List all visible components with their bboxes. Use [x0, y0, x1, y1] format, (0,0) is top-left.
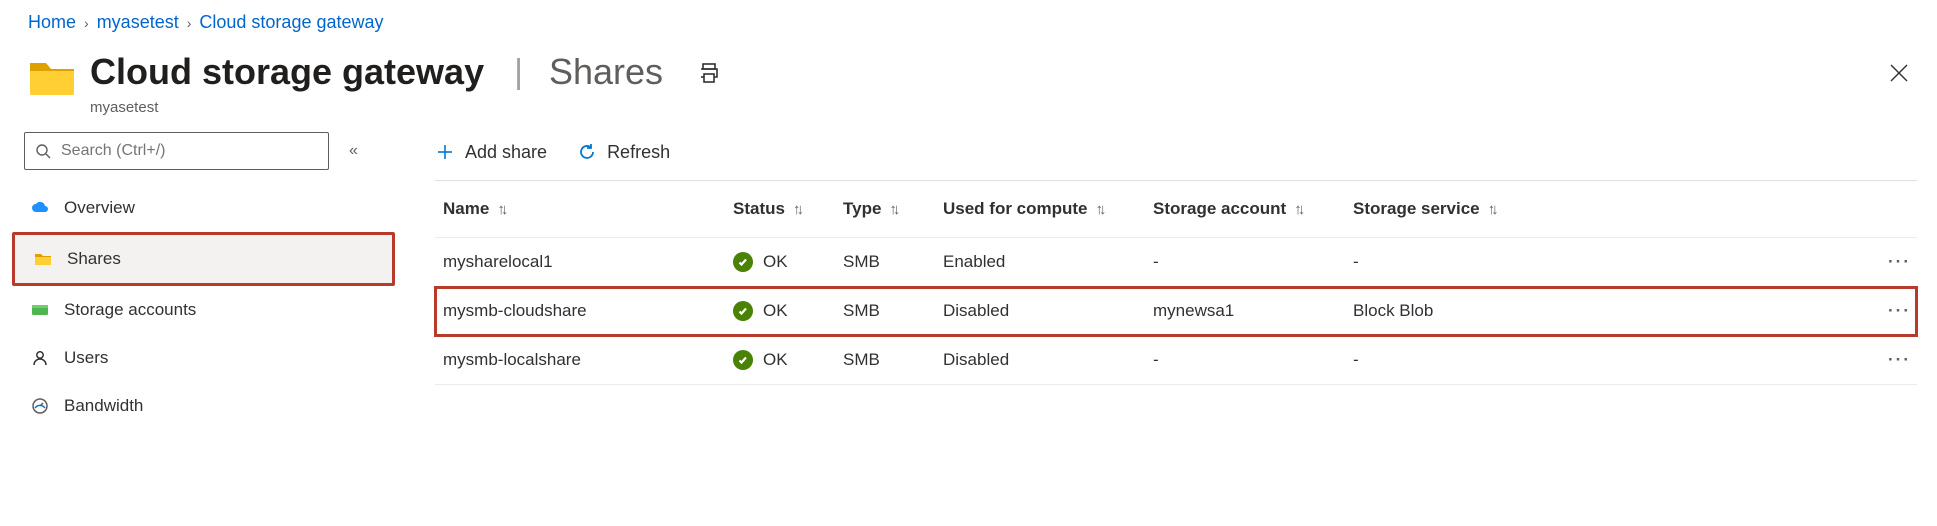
cell-service: Block Blob: [1345, 287, 1867, 336]
cell-type: SMB: [835, 238, 935, 287]
search-input[interactable]: [24, 132, 329, 170]
print-icon[interactable]: [697, 61, 721, 88]
cell-service: -: [1345, 336, 1867, 385]
cell-status: OK: [725, 336, 835, 385]
user-icon: [30, 348, 50, 368]
refresh-icon: [577, 142, 597, 162]
refresh-label: Refresh: [607, 142, 670, 163]
sort-icon: ↑↓: [1294, 201, 1301, 218]
ok-icon: [733, 350, 753, 370]
sort-icon: ↑↓: [793, 201, 800, 218]
cell-name: mysmb-cloudshare: [435, 287, 725, 336]
cell-status: OK: [725, 287, 835, 336]
col-compute[interactable]: Used for compute↑↓: [935, 181, 1145, 238]
page-subtitle: myasetest: [90, 99, 721, 116]
sort-icon: ↑↓: [1488, 201, 1495, 218]
cell-compute: Disabled: [935, 336, 1145, 385]
table-row[interactable]: mysmb-localshareOKSMBDisabled--···: [435, 336, 1917, 385]
col-type[interactable]: Type↑↓: [835, 181, 935, 238]
cell-compute: Disabled: [935, 287, 1145, 336]
sidebar-item-storage-accounts[interactable]: Storage accounts: [20, 286, 395, 334]
ok-icon: [733, 252, 753, 272]
refresh-button[interactable]: Refresh: [577, 142, 670, 163]
col-name[interactable]: Name↑↓: [435, 181, 725, 238]
sidebar-item-users[interactable]: Users: [20, 334, 395, 382]
breadcrumb: Home › myasetest › Cloud storage gateway: [0, 0, 1937, 43]
sidebar-item-label: Bandwidth: [64, 396, 143, 416]
bandwidth-icon: [30, 396, 50, 416]
sidebar-item-label: Overview: [64, 198, 135, 218]
cell-account: -: [1145, 238, 1345, 287]
chevron-right-icon: ›: [84, 15, 89, 31]
row-actions-button[interactable]: ···: [1867, 287, 1917, 336]
sidebar-item-overview[interactable]: Overview: [20, 184, 395, 232]
sidebar-item-label: Storage accounts: [64, 300, 196, 320]
folder-small-icon: [33, 249, 53, 269]
cell-name: mysharelocal1: [435, 238, 725, 287]
row-actions-button[interactable]: ···: [1867, 238, 1917, 287]
cell-type: SMB: [835, 287, 935, 336]
add-share-label: Add share: [465, 142, 547, 163]
close-button[interactable]: [1881, 55, 1917, 94]
col-service[interactable]: Storage service↑↓: [1345, 181, 1867, 238]
col-account[interactable]: Storage account↑↓: [1145, 181, 1345, 238]
cell-service: -: [1345, 238, 1867, 287]
cell-status: OK: [725, 238, 835, 287]
page-section: Shares: [549, 51, 663, 93]
toolbar: Add share Refresh: [435, 132, 1917, 172]
col-status[interactable]: Status↑↓: [725, 181, 835, 238]
main-pane: Add share Refresh Name↑↓: [395, 132, 1917, 385]
chevron-right-icon: ›: [187, 15, 192, 31]
plus-icon: [435, 142, 455, 162]
table-row[interactable]: mysharelocal1OKSMBEnabled--···: [435, 238, 1917, 287]
search-field[interactable]: [59, 141, 318, 161]
page-title: Cloud storage gateway: [90, 54, 484, 90]
sidebar: « Overview S: [20, 132, 395, 430]
sort-icon: ↑↓: [889, 201, 896, 218]
title-separator: |: [514, 53, 523, 92]
cell-account: mynewsa1: [1145, 287, 1345, 336]
cell-type: SMB: [835, 336, 935, 385]
search-icon: [35, 143, 51, 159]
folder-icon: [28, 57, 76, 97]
ok-icon: [733, 301, 753, 321]
breadcrumb-resource[interactable]: myasetest: [97, 12, 179, 33]
row-actions-button[interactable]: ···: [1867, 336, 1917, 385]
sidebar-item-label: Shares: [67, 249, 121, 269]
cell-name: mysmb-localshare: [435, 336, 725, 385]
sort-icon: ↑↓: [1096, 201, 1103, 218]
sidebar-item-shares[interactable]: Shares: [15, 235, 392, 283]
cell-account: -: [1145, 336, 1345, 385]
cloud-icon: [30, 198, 50, 218]
add-share-button[interactable]: Add share: [435, 142, 547, 163]
sidebar-item-label: Users: [64, 348, 108, 368]
sort-icon: ↑↓: [497, 201, 504, 218]
collapse-sidebar-icon[interactable]: «: [349, 142, 358, 160]
shares-table: Name↑↓ Status↑↓ Type↑↓ Used for compute↑…: [435, 181, 1917, 385]
breadcrumb-current[interactable]: Cloud storage gateway: [199, 12, 383, 33]
blade-header: Cloud storage gateway | Shares myasetest: [0, 43, 1937, 132]
cell-compute: Enabled: [935, 238, 1145, 287]
sidebar-item-bandwidth[interactable]: Bandwidth: [20, 382, 395, 430]
breadcrumb-home[interactable]: Home: [28, 12, 76, 33]
storage-icon: [30, 300, 50, 320]
table-row[interactable]: mysmb-cloudshareOKSMBDisabledmynewsa1Blo…: [435, 287, 1917, 336]
